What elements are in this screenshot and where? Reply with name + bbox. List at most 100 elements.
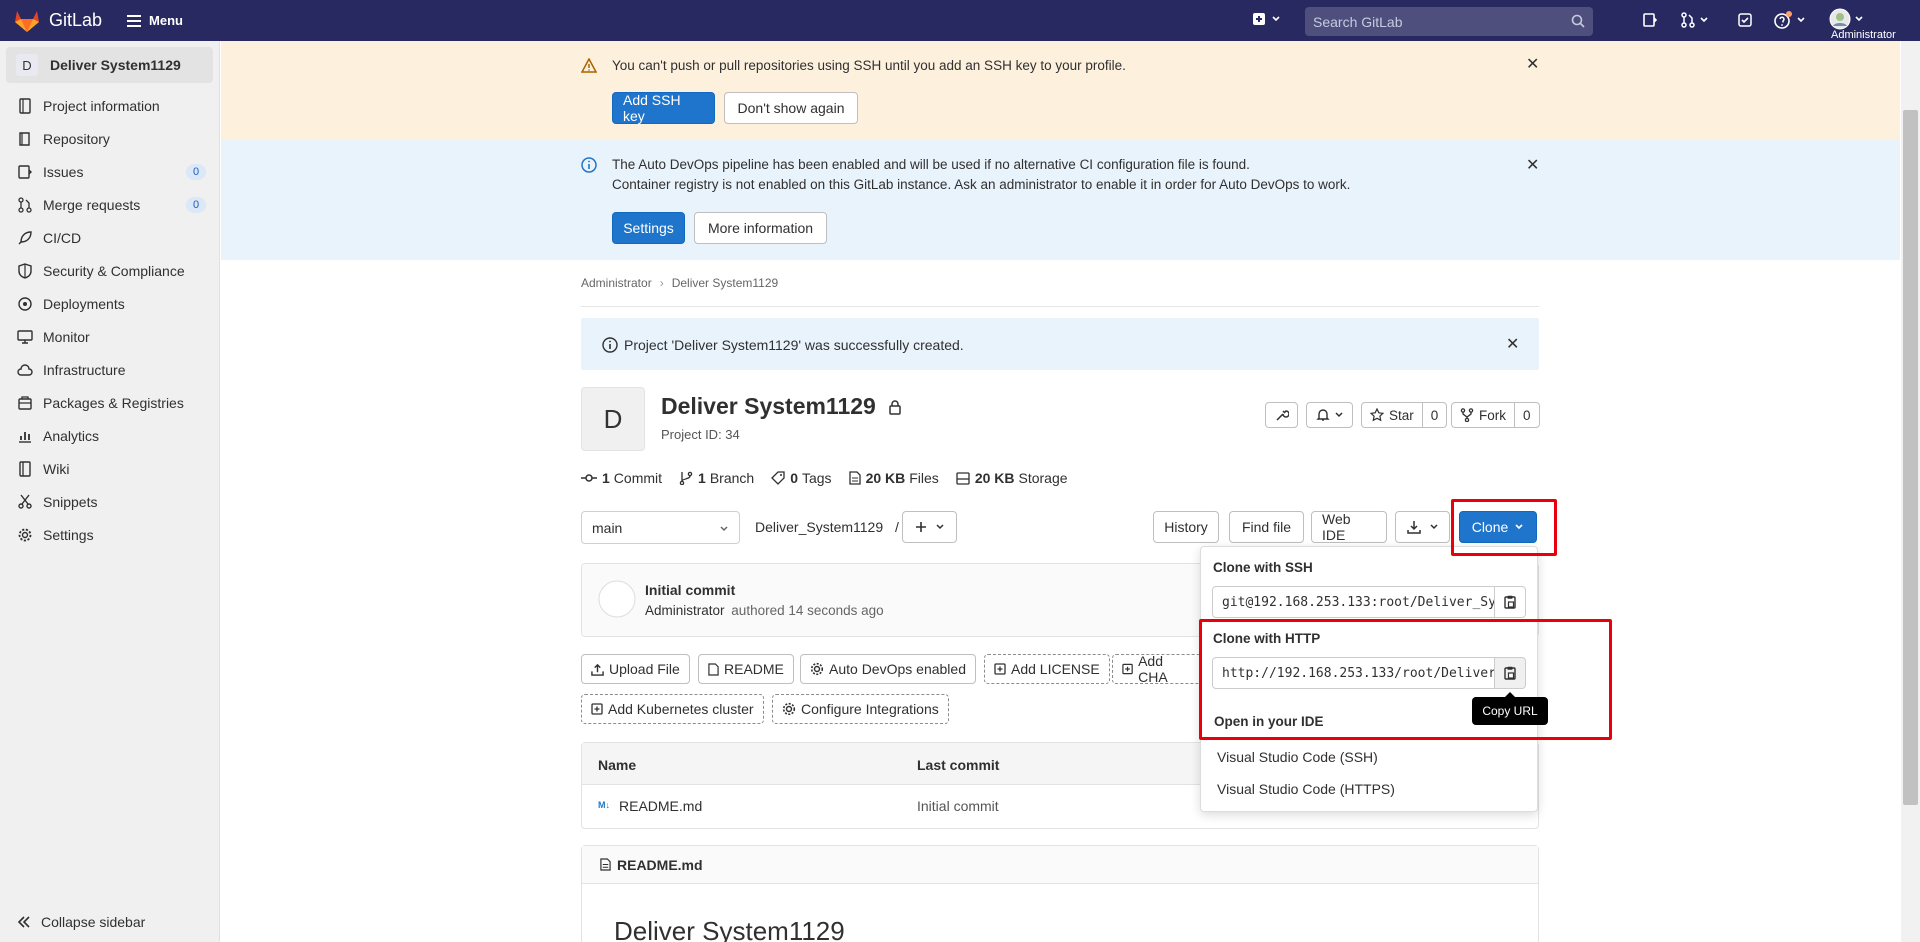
- clone-dropdown-button[interactable]: Clone: [1459, 511, 1537, 543]
- new-dropdown-button[interactable]: [1252, 12, 1281, 26]
- branch-selector[interactable]: main: [581, 511, 740, 544]
- sidebar-item-monitor[interactable]: Monitor: [0, 320, 219, 353]
- open-vscode-https-item[interactable]: Visual Studio Code (HTTPS): [1217, 781, 1395, 797]
- warning-icon: [581, 58, 597, 73]
- add-ssh-key-button[interactable]: Add SSH key: [612, 92, 715, 124]
- upload-icon: [591, 663, 604, 676]
- fork-button[interactable]: Fork: [1452, 403, 1514, 427]
- close-icon[interactable]: ✕: [1526, 155, 1539, 175]
- close-icon[interactable]: ✕: [1526, 54, 1539, 74]
- readme-header: README.md: [582, 846, 1538, 884]
- author-avatar[interactable]: [598, 580, 636, 618]
- auto-devops-button[interactable]: Auto DevOps enabled: [800, 654, 976, 684]
- file-name[interactable]: README.md: [619, 798, 702, 814]
- sidebar-item-settings[interactable]: Settings: [0, 518, 219, 551]
- merge-requests-nav-button[interactable]: [1680, 12, 1709, 28]
- configure-integrations-button[interactable]: Configure Integrations: [772, 694, 949, 724]
- todos-nav-button[interactable]: [1737, 12, 1753, 28]
- sidebar-item-label: Monitor: [43, 328, 90, 345]
- page-scrollbar-thumb[interactable]: [1903, 110, 1918, 805]
- repo-path-root[interactable]: Deliver_System1129: [755, 519, 883, 535]
- help-dropdown-button[interactable]: [1773, 10, 1806, 30]
- breadcrumb-item-project[interactable]: Deliver System1129: [672, 276, 779, 290]
- admin-settings-button[interactable]: [1265, 402, 1298, 428]
- sidebar-project-header[interactable]: D Deliver System1129: [6, 47, 213, 83]
- history-button[interactable]: History: [1153, 511, 1219, 543]
- file-icon: [600, 858, 611, 871]
- sidebar-item-merge-requests[interactable]: Merge requests 0: [0, 188, 219, 221]
- star-count[interactable]: 0: [1421, 403, 1447, 427]
- fork-count[interactable]: 0: [1514, 403, 1539, 427]
- add-to-tree-dropdown[interactable]: [902, 511, 957, 543]
- clone-label: Clone: [1471, 519, 1509, 535]
- add-kubernetes-cluster-button[interactable]: Add Kubernetes cluster: [581, 694, 764, 724]
- column-header-last-commit: Last commit: [917, 757, 1000, 773]
- tags-stat[interactable]: 0 Tags: [771, 470, 832, 486]
- commits-stat[interactable]: 1 Commit: [581, 470, 662, 486]
- readme-button[interactable]: README: [698, 654, 794, 684]
- clone-http-url-field[interactable]: http://192.168.253.133/root/Deliver_Syst…: [1212, 657, 1495, 689]
- sidebar-item-label: Merge requests: [43, 196, 141, 213]
- sidebar-item-packages-registries[interactable]: Packages & Registries: [0, 386, 219, 419]
- star-button-group[interactable]: Star 0: [1361, 402, 1448, 428]
- sidebar-item-infrastructure[interactable]: Infrastructure: [0, 353, 219, 386]
- sidebar-item-wiki[interactable]: Wiki: [0, 452, 219, 485]
- sidebar-item-security-compliance[interactable]: Security & Compliance: [0, 254, 219, 287]
- project-stats: 1 Commit 1 Branch 0 Tags 20 KB Files 20 KB St…: [581, 470, 1085, 486]
- sidebar-item-label: Wiki: [43, 460, 70, 477]
- user-menu-button[interactable]: [1829, 8, 1864, 30]
- branches-stat[interactable]: 1 Branch: [679, 470, 754, 486]
- find-file-button[interactable]: Find file: [1229, 511, 1304, 543]
- search-placeholder: Search GitLab: [1313, 13, 1403, 30]
- scissors-icon: [18, 494, 32, 509]
- devops-settings-button[interactable]: Settings: [612, 212, 685, 244]
- open-vscode-ssh-item[interactable]: Visual Studio Code (SSH): [1217, 749, 1378, 765]
- sidebar-item-deployments[interactable]: Deployments: [0, 287, 219, 320]
- files-stat[interactable]: 20 KB Files: [848, 470, 939, 486]
- rocket-icon: [18, 230, 32, 244]
- gitlab-logo-link[interactable]: GitLab: [14, 9, 102, 33]
- copy-http-url-button[interactable]: [1495, 657, 1526, 689]
- copy-ssh-url-button[interactable]: [1495, 586, 1526, 618]
- web-ide-button[interactable]: Web IDE: [1311, 511, 1387, 543]
- fork-button-group[interactable]: Fork 0: [1451, 402, 1540, 428]
- shield-icon: [18, 262, 32, 279]
- add-changelog-button[interactable]: Add CHA: [1112, 654, 1202, 684]
- issues-icon: [18, 164, 32, 179]
- commit-author[interactable]: Administrator: [645, 603, 725, 618]
- sidebar-item-label: Analytics: [43, 427, 100, 444]
- auto-devops-label: Auto DevOps enabled: [829, 661, 966, 677]
- sidebar-item-snippets[interactable]: Snippets: [0, 485, 219, 518]
- sidebar-item-repository[interactable]: Repository: [0, 122, 219, 155]
- commit-time: authored 14 seconds ago: [731, 603, 884, 618]
- upload-file-button[interactable]: Upload File: [581, 654, 690, 684]
- dont-show-again-button[interactable]: Don't show again: [724, 92, 858, 124]
- commit-title[interactable]: Initial commit: [645, 582, 735, 598]
- notification-dropdown[interactable]: [1306, 402, 1353, 428]
- issues-nav-button[interactable]: [1642, 12, 1658, 28]
- add-license-label: Add LICENSE: [1011, 661, 1100, 677]
- clone-ssh-url-field[interactable]: git@192.168.253.133:root/Deliver_System1…: [1212, 586, 1495, 618]
- markdown-file-icon: M↓: [598, 800, 610, 810]
- collapse-sidebar-button[interactable]: Collapse sidebar: [17, 914, 145, 930]
- sidebar-item-analytics[interactable]: Analytics: [0, 419, 219, 452]
- wrench-icon: [1275, 410, 1289, 421]
- sidebar-item-project-information[interactable]: Project information: [0, 89, 219, 122]
- column-header-name: Name: [598, 757, 637, 773]
- star-button[interactable]: Star: [1362, 403, 1422, 427]
- files-label: Files: [909, 470, 939, 486]
- sidebar-item-issues[interactable]: Issues 0: [0, 155, 219, 188]
- storage-stat[interactable]: 20 KB Storage: [956, 470, 1068, 486]
- sidebar-item-ci-cd[interactable]: CI/CD: [0, 221, 219, 254]
- download-dropdown[interactable]: [1395, 511, 1450, 543]
- readme-filename[interactable]: README.md: [617, 857, 703, 873]
- package-icon: [18, 395, 32, 410]
- file-last-commit[interactable]: Initial commit: [917, 798, 999, 814]
- more-information-button[interactable]: More information: [694, 212, 827, 244]
- book-icon: [19, 460, 31, 477]
- add-license-button[interactable]: Add LICENSE: [984, 654, 1110, 684]
- breadcrumb-item-administrator[interactable]: Administrator: [581, 276, 652, 290]
- menu-button[interactable]: Menu: [127, 13, 183, 28]
- close-icon[interactable]: ✕: [1506, 334, 1519, 354]
- search-input[interactable]: Search GitLab: [1305, 7, 1593, 36]
